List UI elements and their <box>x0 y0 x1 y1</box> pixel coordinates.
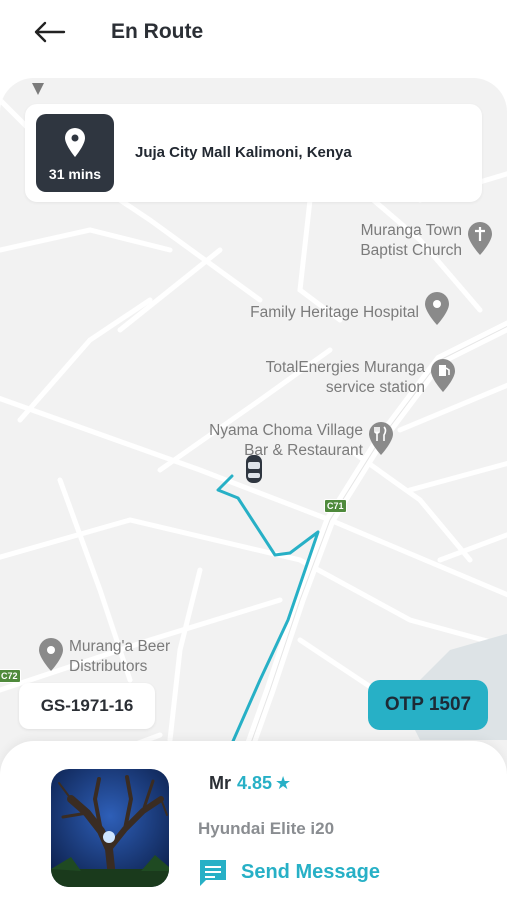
driver-avatar <box>51 769 169 887</box>
page-title: En Route <box>111 20 204 43</box>
poi-hospital-label: Family Heritage Hospital <box>250 304 419 321</box>
vehicle-plate-badge: GS-1971-16 <box>19 683 155 729</box>
star-icon: ★ <box>275 773 292 793</box>
send-message-label: Send Message <box>241 861 380 883</box>
poi-church-label: Muranga Town Baptist Church <box>360 222 462 259</box>
message-icon <box>200 860 226 886</box>
poi-beer-label: Murang'a Beer Distributors <box>69 638 171 675</box>
eta-text: 31 mins <box>48 166 102 182</box>
back-button[interactable] <box>30 16 70 48</box>
driver-title: Mr <box>209 773 231 793</box>
road-c72-badge: C72 <box>0 669 21 683</box>
car-marker-icon <box>246 455 262 483</box>
driver-name-rating: Mr 4.85 ★ <box>209 773 291 794</box>
car-model: Hyundai Elite i20 <box>198 819 335 838</box>
driver-info-sheet: Mr 4.85 ★ Hyundai Elite i20 Send Message <box>0 741 507 900</box>
poi-fuel-label: TotalEnergies Muranga service station <box>265 359 425 396</box>
eta-box: 31 mins <box>36 114 114 192</box>
beer-pin-icon <box>39 638 63 671</box>
destination-card[interactable]: 31 mins Juja City Mall Kalimoni, Kenya <box>25 104 482 202</box>
hospital-pin-icon <box>425 292 449 325</box>
location-pin-icon <box>65 128 85 157</box>
back-arrow-icon <box>34 21 66 43</box>
church-pin-icon <box>468 222 492 255</box>
driver-rating: 4.85 <box>237 773 273 793</box>
destination-name: Juja City Mall Kalimoni, Kenya <box>135 144 352 161</box>
road-c71-badge: C71 <box>324 499 347 513</box>
app-header: En Route <box>0 0 507 72</box>
restaurant-pin-icon <box>369 422 393 455</box>
otp-badge: OTP 1507 <box>368 680 488 730</box>
fuel-pin-icon <box>431 359 455 392</box>
poi-restaurant-label: Nyama Choma Village Bar & Restaurant <box>209 422 363 459</box>
